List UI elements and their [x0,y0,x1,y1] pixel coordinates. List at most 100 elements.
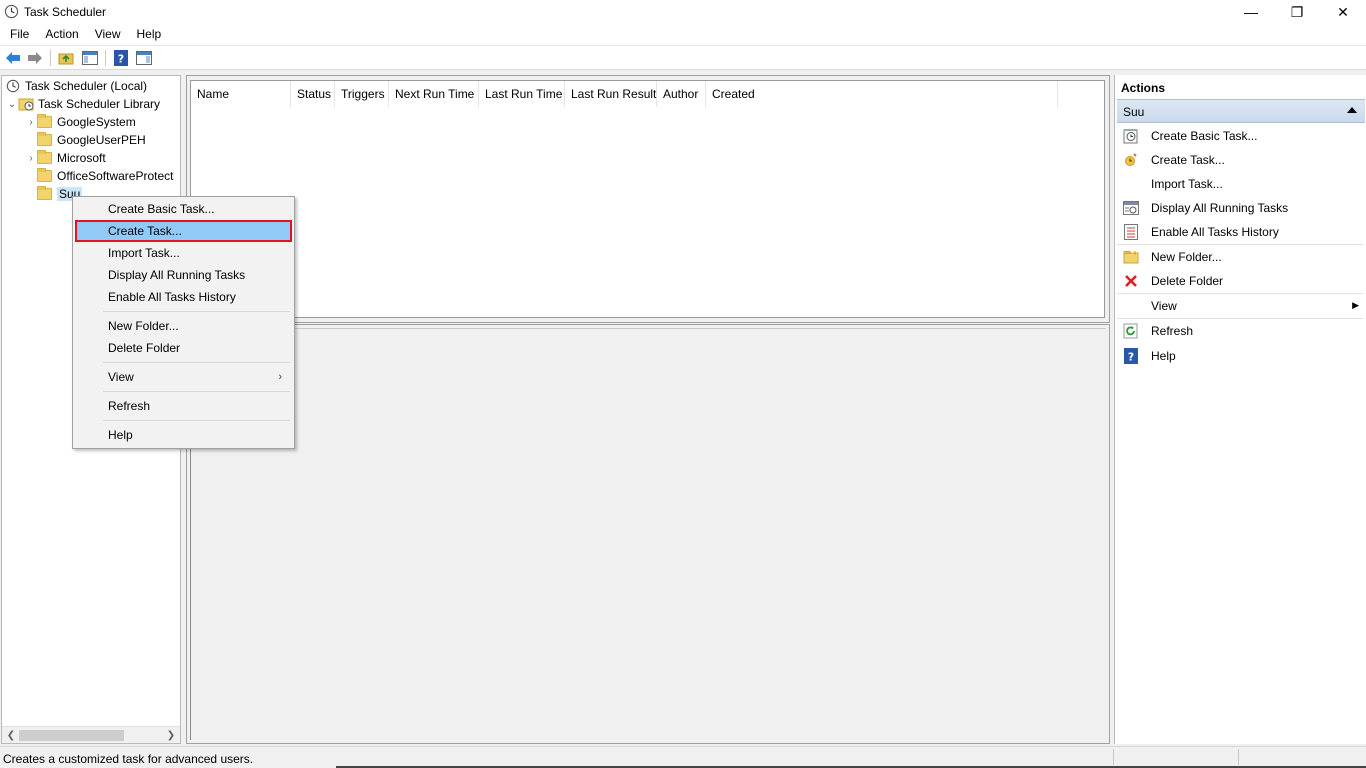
ctx-create-basic-task[interactable]: Create Basic Task... [75,198,292,220]
tree-item-label: GoogleUserPEH [57,133,146,147]
tree-item-label: Task Scheduler Library [38,97,161,111]
show-hide-action-pane-icon [136,51,152,65]
window-title: Task Scheduler [24,5,107,19]
collapse-up-icon[interactable] [1347,107,1357,113]
tree-item-label: GoogleSystem [57,115,136,129]
chevron-right-icon[interactable]: › [25,117,37,128]
folder-icon [37,132,52,146]
action-label: Import Task... [1151,177,1223,191]
actions-section-header[interactable]: Suu [1117,99,1365,123]
ctx-view[interactable]: View › [75,366,292,388]
menu-file[interactable]: File [0,24,37,44]
column-last-run-time[interactable]: Last Run Time [479,81,565,107]
column-triggers[interactable]: Triggers [335,81,389,107]
tree-horizontal-scrollbar[interactable]: ❮ ❯ [2,726,180,743]
tree-item-officesoftwareprotect[interactable]: OfficeSoftwareProtect [25,167,174,185]
tree-item-googlesystem[interactable]: › GoogleSystem [25,113,136,131]
column-author[interactable]: Author [657,81,706,107]
column-name[interactable]: Name [191,81,291,107]
column-last-run-result[interactable]: Last Run Result [565,81,657,107]
show-hide-console-tree-icon [82,51,98,65]
tree-item-root[interactable]: Task Scheduler (Local) [5,77,147,95]
running-tasks-icon [1123,201,1139,215]
context-menu: Create Basic Task... Create Task... Impo… [72,196,295,449]
action-view[interactable]: View ▶ [1117,294,1363,318]
scroll-left-icon[interactable]: ❮ [4,728,18,743]
action-label: View [1151,299,1177,313]
library-folder-clock-icon [18,98,34,111]
ctx-new-folder[interactable]: New Folder... [75,315,292,337]
status-separator [1113,749,1114,765]
task-scheduler-clock-icon [4,4,19,19]
action-new-folder[interactable]: New Folder... [1117,245,1363,269]
restore-icon: ❐ [1290,3,1304,20]
chevron-right-icon: › [278,371,282,383]
ctx-import-task[interactable]: Import Task... [75,242,292,264]
help-icon: ? [1124,348,1138,364]
ctx-delete-folder[interactable]: Delete Folder [75,337,292,359]
menu-help[interactable]: Help [129,24,170,44]
action-delete-folder[interactable]: Delete Folder [1117,269,1363,293]
minimize-button[interactable]: — [1228,0,1274,24]
status-bar: Creates a customized task for advanced u… [0,746,1366,768]
folder-icon [37,114,52,128]
close-icon: ✕ [1337,3,1349,20]
show-hide-console-tree-button[interactable] [81,49,99,67]
chevron-right-icon[interactable]: › [25,153,37,164]
ctx-enable-all-tasks-history[interactable]: Enable All Tasks History [75,286,292,308]
tree-item-label: Task Scheduler (Local) [25,79,148,93]
create-task-icon [1125,153,1137,166]
ctx-separator [103,362,290,363]
menu-view[interactable]: View [87,24,129,44]
action-refresh[interactable]: Refresh [1117,319,1363,343]
tasks-history-icon [1124,224,1138,240]
action-create-task[interactable]: Create Task... [1117,148,1363,172]
menu-action[interactable]: Action [37,24,86,44]
action-label: Display All Running Tasks [1151,201,1289,215]
scrollbar-thumb[interactable] [19,730,124,741]
action-label: Enable All Tasks History [1151,225,1279,239]
actions-pane: Actions Suu Create Basic Task... Create … [1114,75,1366,744]
toolbar: ? [0,45,1366,70]
action-enable-all-tasks-history[interactable]: Enable All Tasks History [1117,220,1363,244]
toolbar-separator [105,50,106,66]
tree-item-library[interactable]: ⌄ Task Scheduler Library [6,95,160,113]
ctx-view-label: View [108,370,134,384]
delete-icon [1125,275,1137,287]
action-label: Create Task... [1151,153,1225,167]
show-hide-action-pane-button[interactable] [135,49,153,67]
close-button[interactable]: ✕ [1320,0,1366,24]
column-next-run-time[interactable]: Next Run Time [389,81,479,107]
task-details-pane [186,324,1110,744]
menu-bar: File Action View Help [0,24,1366,44]
scroll-right-icon[interactable]: ❯ [164,728,178,743]
ctx-help[interactable]: Help [75,424,292,446]
ctx-create-task[interactable]: Create Task... [75,220,292,242]
restore-button[interactable]: ❐ [1274,0,1320,24]
folder-icon [37,186,52,200]
column-created[interactable]: Created [706,81,1058,107]
toolbar-separator [50,50,51,66]
ctx-separator [103,311,290,312]
tree-item-microsoft[interactable]: › Microsoft [25,149,106,167]
ctx-display-all-running-tasks[interactable]: Display All Running Tasks [75,264,292,286]
action-import-task[interactable]: Import Task... [1117,172,1363,196]
tree-item-googleuserpeh[interactable]: GoogleUserPEH [25,131,146,149]
back-button[interactable] [4,49,22,67]
action-label: New Folder... [1151,250,1222,264]
action-create-basic-task[interactable]: Create Basic Task... [1117,124,1363,148]
help-button[interactable]: ? [112,49,130,67]
chevron-down-icon[interactable]: ⌄ [6,99,18,110]
back-arrow-icon [6,52,20,64]
folder-icon [37,168,52,182]
action-label: Help [1151,349,1176,363]
action-help[interactable]: ? Help [1117,344,1363,368]
action-display-all-running-tasks[interactable]: Display All Running Tasks [1117,196,1363,220]
task-list[interactable]: Name Status Triggers Next Run Time Last … [190,80,1105,318]
column-status[interactable]: Status [291,81,335,107]
forward-button[interactable] [26,49,44,67]
up-folder-button[interactable] [57,49,75,67]
action-label: Refresh [1151,324,1194,338]
submenu-arrow-icon: ▶ [1352,300,1359,310]
ctx-refresh[interactable]: Refresh [75,395,292,417]
